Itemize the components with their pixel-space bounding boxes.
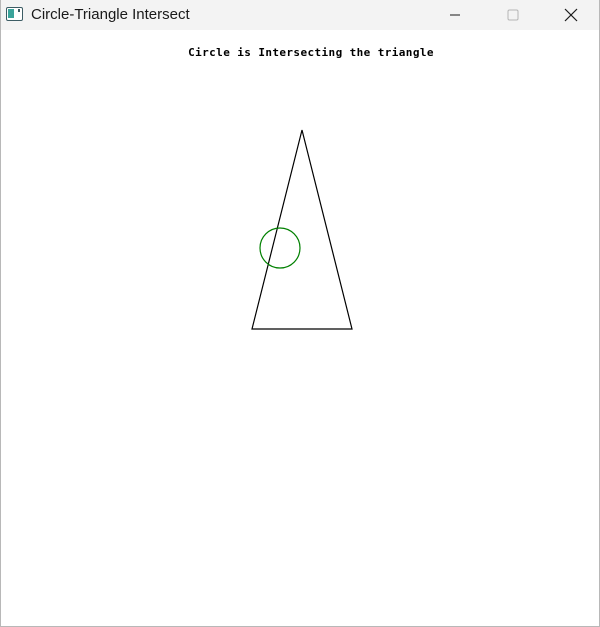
close-button[interactable]: [542, 0, 600, 30]
minimize-button[interactable]: [426, 0, 484, 30]
drawing-canvas: Circle is Intersecting the triangle: [1, 30, 599, 626]
title-bar[interactable]: Circle-Triangle Intersect: [1, 0, 599, 30]
app-window-icon: [6, 7, 23, 21]
triangle-shape: [251, 129, 353, 330]
close-icon: [564, 8, 578, 22]
circle-shape: [259, 227, 301, 269]
scene: [251, 129, 353, 330]
maximize-button[interactable]: [484, 0, 542, 30]
maximize-icon: [507, 9, 519, 21]
app-window: Circle-Triangle Intersect Circle is Inte…: [0, 0, 600, 627]
minimize-icon: [450, 14, 460, 16]
window-title: Circle-Triangle Intersect: [31, 6, 190, 23]
